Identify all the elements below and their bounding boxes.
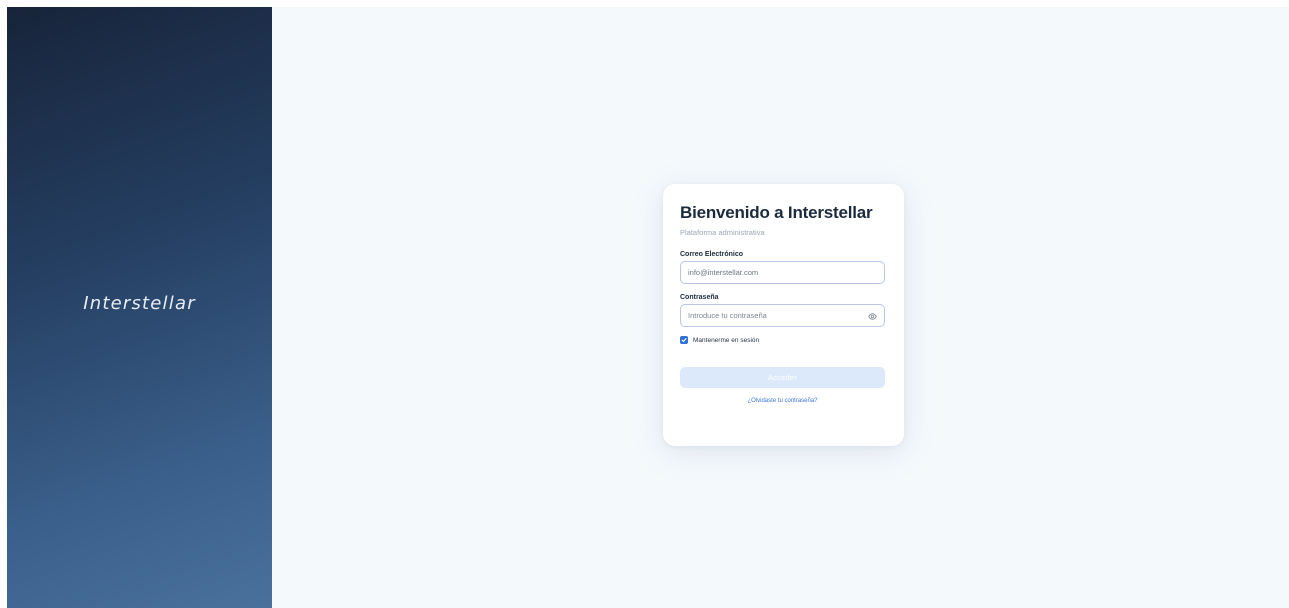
remember-me-row: Mantenerme en sesión bbox=[680, 336, 888, 344]
main-area: Bienvenido a Interstellar Plataforma adm… bbox=[272, 7, 1289, 608]
remember-me-checkbox[interactable] bbox=[680, 336, 688, 344]
forgot-password-link[interactable]: ¿Olvidaste tu contraseña? bbox=[680, 398, 885, 404]
email-label: Correo Electrónico bbox=[680, 251, 744, 258]
email-field[interactable]: info@interstellar.com bbox=[680, 261, 885, 284]
password-field-placeholder: Introduce tu contraseña bbox=[688, 311, 767, 320]
app-frame: Interstellar Bienvenido a Interstellar P… bbox=[7, 7, 1289, 608]
login-card: Bienvenido a Interstellar Plataforma adm… bbox=[663, 184, 904, 446]
eye-icon[interactable] bbox=[868, 312, 877, 321]
brand-panel: Interstellar bbox=[7, 7, 272, 608]
password-label: Contraseña bbox=[680, 294, 719, 301]
submit-button[interactable]: Acceder bbox=[680, 367, 885, 388]
page-title: Bienvenido a Interstellar bbox=[680, 203, 873, 222]
remember-me-label[interactable]: Mantenerme en sesión bbox=[693, 337, 759, 344]
password-field[interactable]: Introduce tu contraseña bbox=[680, 304, 885, 327]
page-subtitle: Plataforma administrativa bbox=[680, 228, 765, 237]
email-field-value: info@interstellar.com bbox=[688, 268, 759, 277]
check-icon bbox=[681, 338, 687, 343]
brand-logo: Interstellar bbox=[83, 293, 196, 314]
